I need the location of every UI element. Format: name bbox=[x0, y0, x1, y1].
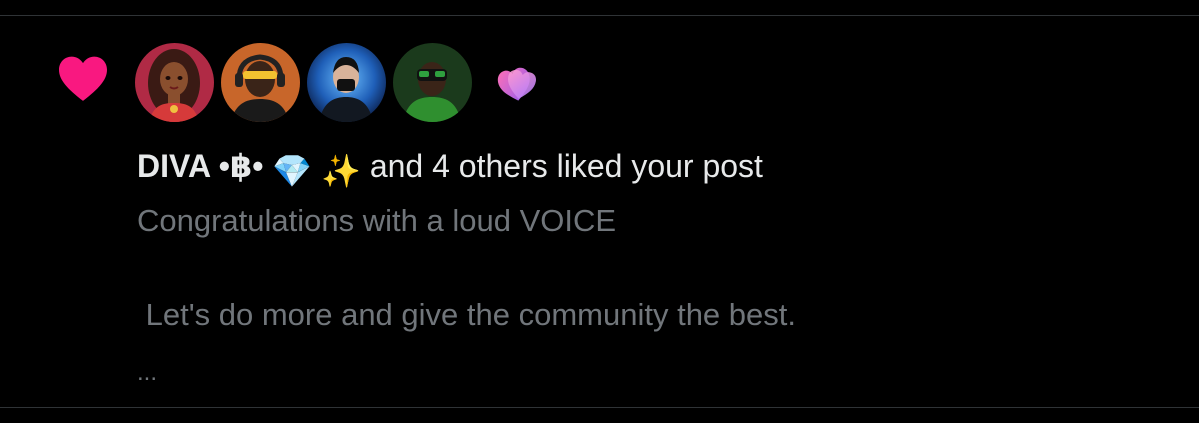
sparkles-emoji: ✨ bbox=[321, 153, 361, 189]
notification-summary: DIVA •฿• 💎 ✨ and 4 others liked your pos… bbox=[137, 146, 763, 191]
post-preview-line2: Let's do more and give the community the… bbox=[137, 297, 796, 332]
truncation-ellipsis: ... bbox=[137, 359, 158, 386]
liker-avatars bbox=[135, 43, 541, 122]
avatar[interactable] bbox=[393, 43, 472, 122]
stacked-likes-icon bbox=[497, 67, 537, 101]
avatar[interactable] bbox=[221, 43, 300, 122]
avatar[interactable] bbox=[307, 43, 386, 122]
post-preview-line1: Congratulations with a loud VOICE bbox=[137, 203, 617, 238]
liker-name[interactable]: DIVA •฿• bbox=[137, 148, 263, 184]
heart-icon bbox=[59, 56, 107, 101]
gem-emoji: 💎 bbox=[272, 153, 313, 189]
action-text: and 4 others liked your post bbox=[369, 148, 763, 184]
avatar[interactable] bbox=[135, 43, 214, 122]
like-notification[interactable]: DIVA •฿• 💎 ✨ and 4 others liked your pos… bbox=[0, 15, 1199, 408]
